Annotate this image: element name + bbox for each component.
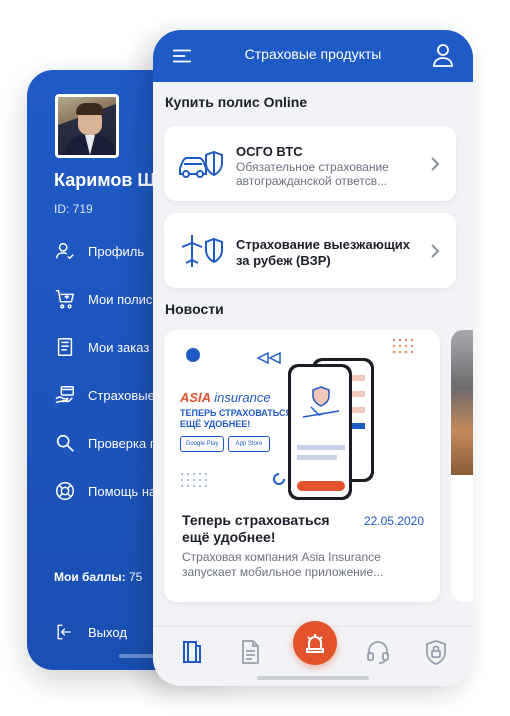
google-play-label: Google Play — [185, 441, 219, 447]
news-date: 22.05.2020 — [363, 514, 424, 528]
card-title-line1: Страхование выезжающих — [236, 237, 411, 252]
menu-item-label: Проверка п — [88, 435, 157, 451]
user-id: ID: 719 — [54, 202, 93, 216]
menu-item-label: Профиль — [88, 243, 145, 259]
news-text: Страховая компания Asia Insurance запуск… — [182, 550, 384, 579]
profile-check-icon — [56, 242, 74, 260]
menu-item-label: Мои полис — [88, 291, 153, 307]
decor-dots-icon — [181, 473, 207, 487]
main-screen: Страховые продукты Купить полис Online О… — [153, 30, 473, 686]
card-desc-line1: Обязательное страхование — [236, 160, 389, 174]
chevron-right-icon — [431, 157, 440, 171]
buy-section-title: Купить полис Online — [165, 94, 308, 110]
cart-plus-icon — [55, 290, 75, 309]
decor-dots-icon — [392, 338, 414, 354]
decor-dot — [186, 348, 200, 362]
user-icon[interactable] — [431, 42, 455, 68]
news-card-next[interactable] — [451, 330, 473, 602]
lock-shield-icon[interactable] — [423, 639, 449, 665]
plane-shield-icon — [181, 235, 223, 267]
hand-card-icon — [55, 386, 74, 404]
menu-item-label: Помощь на — [88, 483, 157, 499]
lifebuoy-icon — [56, 482, 74, 500]
app-store-label: App Store — [235, 441, 263, 447]
decor-arrows-icon — [256, 352, 281, 364]
logout-label: Выход — [88, 624, 127, 640]
news-banner: ASIA insurance ТЕПЕРЬ СТРАХОВАТЬСЯ ЕЩЁ У… — [164, 330, 440, 502]
menu-item-label: Страховые — [88, 387, 155, 403]
document-list-icon — [57, 338, 73, 356]
google-play-badge[interactable]: Google Play — [180, 436, 224, 452]
product-card-osgo[interactable]: ОСГО ВТС Обязательное страхование автогр… — [164, 126, 456, 201]
emergency-button[interactable] — [293, 621, 337, 665]
decor-swirl-icon — [273, 473, 285, 485]
banner-slogan: ТЕПЕРЬ СТРАХОВАТЬСЯ ЕЩЁ УДОБНЕЕ! — [180, 408, 293, 429]
logout-icon — [57, 624, 71, 640]
car-shield-icon — [179, 150, 223, 178]
menu-item-label: Мои заказ — [88, 339, 150, 355]
avatar[interactable] — [55, 94, 119, 158]
logout-button[interactable]: Выход — [54, 622, 127, 642]
news-headline: Теперь страховаться ещё удобнее! — [182, 512, 330, 545]
top-bar: Страховые продукты — [153, 30, 473, 82]
points-label: Мои баллы: — [54, 570, 126, 584]
card-desc-line2: автогражданской ответсв... — [236, 174, 388, 188]
book-icon[interactable] — [179, 639, 205, 665]
app-store-badge[interactable]: App Store — [228, 436, 270, 452]
brand-suffix: insurance — [214, 390, 271, 405]
points-row: Мои баллы: 75 — [54, 570, 142, 584]
siren-icon — [306, 634, 324, 653]
brand-name: ASIA — [180, 390, 211, 405]
points-value: 75 — [128, 570, 143, 584]
news-image — [451, 330, 473, 475]
card-title-line2: за рубеж (ВЗР) — [236, 253, 331, 268]
page-title: Страховые продукты — [244, 46, 382, 62]
phone-mockup-front — [288, 364, 352, 500]
document-icon[interactable] — [237, 639, 263, 665]
card-title: ОСГО ВТС — [236, 144, 303, 159]
stage: Каримов Ш ID: 719 Профиль Мои полис Мои … — [0, 0, 510, 716]
chevron-right-icon — [431, 244, 440, 258]
product-card-vzr[interactable]: Страхование выезжающих за рубеж (ВЗР) — [164, 213, 456, 288]
headset-icon[interactable] — [365, 639, 391, 665]
news-card[interactable]: ASIA insurance ТЕПЕРЬ СТРАХОВАТЬСЯ ЕЩЁ У… — [164, 330, 440, 602]
banner-brand: ASIA insurance — [180, 390, 271, 405]
search-icon — [56, 434, 74, 452]
news-section-title: Новости — [165, 301, 224, 317]
home-indicator — [257, 676, 369, 680]
user-name: Каримов Ш — [54, 170, 156, 190]
